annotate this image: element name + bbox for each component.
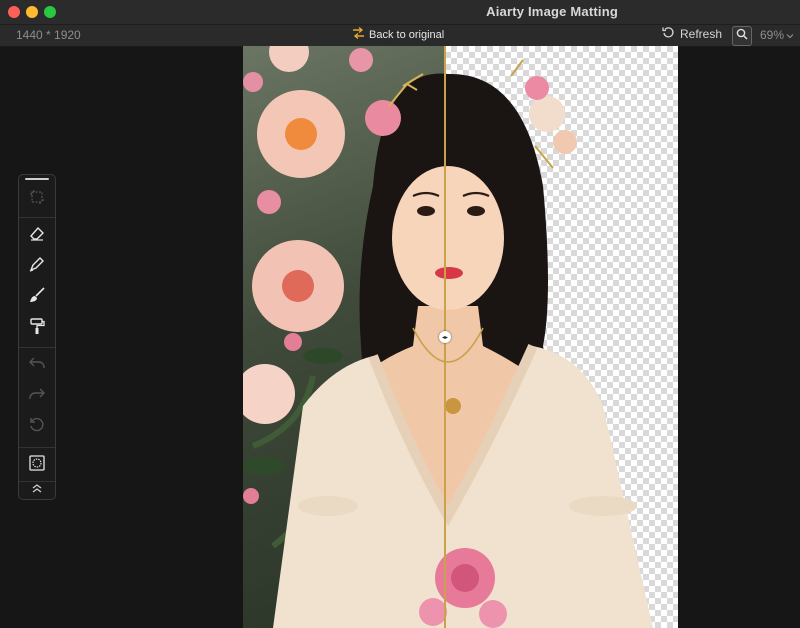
image-dimensions: 1440 * 1920 — [16, 28, 81, 42]
search-icon — [736, 27, 748, 45]
zoom-search-button[interactable] — [732, 26, 752, 46]
zoom-value: 69% — [760, 28, 785, 42]
pen-tool-button[interactable] — [25, 254, 49, 278]
undo-icon — [28, 354, 46, 377]
swap-icon — [352, 26, 365, 42]
tool-separator — [19, 347, 55, 348]
refresh-button[interactable]: Refresh — [662, 26, 722, 42]
paint-roller-icon — [28, 317, 46, 340]
background-icon — [28, 454, 46, 477]
back-to-original-button[interactable]: Back to original — [352, 26, 445, 42]
collapse-panel-button[interactable] — [25, 481, 49, 499]
refresh-icon — [662, 26, 675, 42]
back-to-original-label: Back to original — [369, 28, 445, 41]
eraser-tool-button[interactable] — [25, 223, 49, 247]
redo-button[interactable] — [25, 384, 49, 408]
reset-button[interactable] — [25, 415, 49, 439]
crop-tool-button[interactable] — [25, 187, 49, 211]
undo-button[interactable] — [25, 353, 49, 377]
compare-slider-handle[interactable]: ◂▸ — [439, 331, 451, 343]
roller-tool-button[interactable] — [25, 316, 49, 340]
tool-panel — [18, 174, 56, 500]
top-toolbar: 1440 * 1920 Back to original Refresh 69% — [0, 25, 800, 47]
close-window-button[interactable] — [8, 6, 20, 18]
redo-icon — [28, 385, 46, 408]
zoom-dropdown[interactable]: 69% — [760, 28, 794, 42]
crop-icon — [28, 188, 46, 211]
pen-icon — [28, 255, 46, 278]
chevron-up-icon — [31, 481, 43, 499]
window-title: Aiarty Image Matting — [486, 4, 618, 19]
tool-separator — [19, 217, 55, 218]
reset-icon — [28, 416, 46, 439]
minimize-window-button[interactable] — [26, 6, 38, 18]
tool-separator — [19, 447, 55, 448]
image-canvas[interactable]: ◂▸ — [243, 46, 678, 628]
chevron-down-icon — [786, 28, 794, 42]
drag-arrows-icon: ◂▸ — [441, 334, 449, 341]
title-bar: Aiarty Image Matting — [0, 0, 800, 25]
refresh-label: Refresh — [680, 27, 723, 41]
background-button[interactable] — [25, 453, 49, 477]
eraser-icon — [28, 224, 46, 247]
panel-grip-handle[interactable] — [25, 178, 49, 180]
brush-icon — [28, 286, 46, 309]
brush-tool-button[interactable] — [25, 285, 49, 309]
portrait-image — [243, 46, 653, 628]
maximize-window-button[interactable] — [44, 6, 56, 18]
